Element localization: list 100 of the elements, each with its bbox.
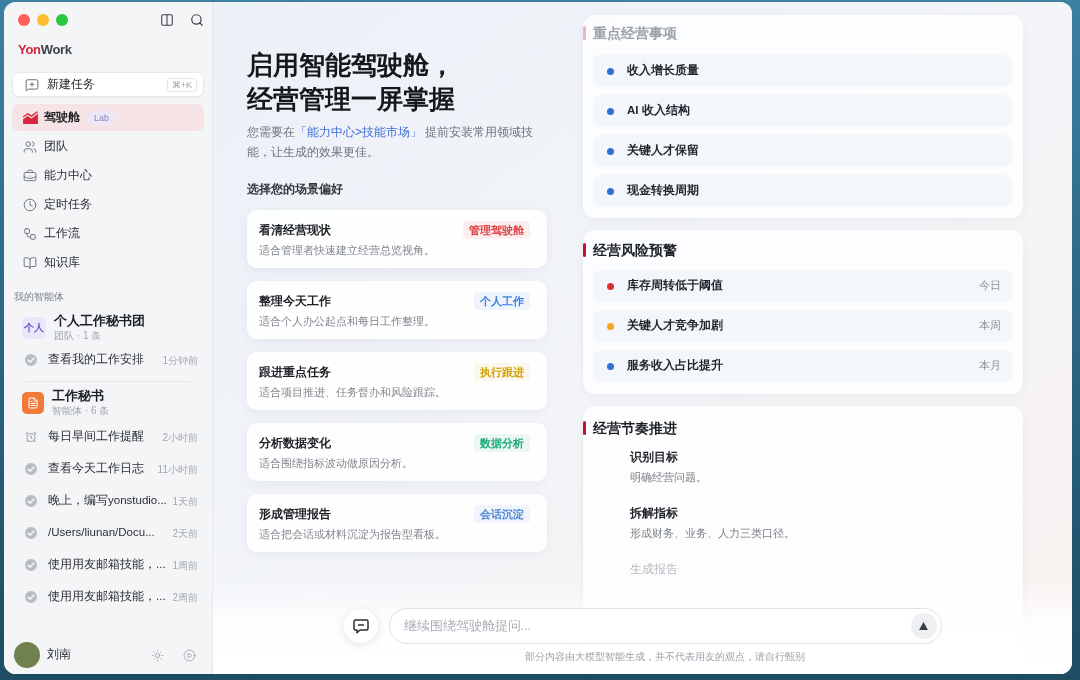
sidebar-toggle-icon[interactable] bbox=[160, 13, 174, 27]
user-name: 刘南 bbox=[47, 647, 71, 663]
lab-tag: Lab bbox=[88, 110, 116, 125]
nav-item[interactable]: 能力中心 bbox=[12, 162, 204, 189]
workflow-icon bbox=[23, 226, 37, 241]
task-item[interactable]: /Users/liunan/Docu... 2天前 bbox=[12, 517, 204, 549]
nav-item[interactable]: 工作流 bbox=[12, 220, 204, 247]
scene-title: 分析数据变化 bbox=[259, 435, 331, 452]
zoom-window-icon[interactable] bbox=[56, 14, 68, 26]
intro-text: 您需要在「能力中心>技能市场」 提前安装常用领域技能，让生成的效果更佳。 bbox=[247, 124, 535, 161]
avatar-placeholder[interactable] bbox=[14, 642, 40, 668]
book-icon bbox=[23, 255, 37, 270]
users-icon bbox=[23, 139, 37, 154]
scene-card[interactable]: 形成管理报告 会话沉淀 适合把会话或材料沉淀为报告型看板。 bbox=[247, 494, 547, 552]
item-label: 收入增长质量 bbox=[627, 63, 699, 79]
agent-group-subtitle: 团队 · 1 条 bbox=[54, 329, 103, 342]
item-label: 关键人才保留 bbox=[627, 142, 699, 159]
task-time: 11小时前 bbox=[157, 462, 198, 477]
panel-title: 重点经营事项 bbox=[593, 24, 677, 42]
list-item[interactable]: 关键人才竞争加剧 本周 bbox=[593, 310, 1012, 342]
item-label: 服务收入占比提升 bbox=[627, 358, 723, 374]
check-circle-icon bbox=[25, 354, 37, 366]
task-item[interactable]: 每日早间工作提醒 2小时前 bbox=[12, 421, 204, 453]
scene-tag: 个人工作 bbox=[474, 292, 530, 310]
task-time: 1分钟前 bbox=[162, 353, 198, 368]
new-task-button[interactable]: 新建任务 ⌘+K bbox=[12, 72, 204, 97]
check-circle-icon bbox=[25, 527, 37, 539]
item-label: 关键人才竞争加剧 bbox=[627, 317, 723, 334]
nav-item[interactable]: 驾驶舱 Lab bbox=[12, 104, 204, 131]
list-item[interactable]: 库存周转低于阈值 今日 bbox=[593, 270, 1012, 302]
scene-tag: 执行跟进 bbox=[474, 363, 530, 381]
search-icon[interactable] bbox=[190, 13, 204, 27]
clock-icon bbox=[23, 197, 37, 212]
nav-item[interactable]: 团队 bbox=[12, 133, 204, 160]
step-title: 识别目标 bbox=[630, 449, 679, 466]
step-title: 拆解指标 bbox=[630, 505, 679, 522]
panel-title: 经营风险预警 bbox=[593, 241, 677, 259]
skill-market-link[interactable]: 「能力中心>技能市场」 bbox=[295, 125, 422, 139]
scenes-heading: 选择您的场景偏好 bbox=[247, 181, 344, 198]
message-icon bbox=[352, 618, 369, 634]
task-time: 2周前 bbox=[172, 590, 198, 605]
chat-button[interactable] bbox=[343, 609, 378, 643]
briefcase-icon bbox=[23, 168, 37, 183]
nav-item[interactable]: 定时任务 bbox=[12, 191, 204, 218]
section-label: 我的智能体 bbox=[14, 290, 64, 304]
task-item[interactable]: 使用用友邮箱技能，... 2周前 bbox=[12, 581, 204, 613]
agent-group-title: 工作秘书 bbox=[52, 388, 105, 404]
task-time: 1天前 bbox=[172, 494, 198, 509]
agent-group-title: 个人工作秘书团 bbox=[54, 313, 145, 329]
check-circle-icon bbox=[25, 463, 37, 475]
scene-card[interactable]: 分析数据变化 数据分析 适合围绕指标波动做原因分析。 bbox=[247, 423, 547, 481]
disclaimer-text: 部分内容由大模型智能生成，并不代表用友的观点，请自行甄别 bbox=[525, 650, 805, 663]
scene-card[interactable]: 跟进重点任务 执行跟进 适合项目推进、任务督办和风险跟踪。 bbox=[247, 352, 547, 410]
agent-group-subtitle: 智能体 · 6 条 bbox=[52, 404, 110, 417]
step-title: 生成报告 bbox=[630, 561, 679, 578]
list-item[interactable]: AI 收入结构 bbox=[593, 95, 1012, 127]
step-description: 形成财务、业务、人力三类口径。 bbox=[630, 526, 796, 541]
scene-title: 形成管理报告 bbox=[259, 506, 331, 523]
task-item[interactable]: 晚上，编写yonstudio... 1天前 bbox=[12, 485, 204, 517]
scene-description: 适合个人办公起点和每日工作整理。 bbox=[259, 314, 436, 329]
close-window-icon[interactable] bbox=[18, 14, 30, 26]
alarm-clock-icon bbox=[25, 431, 37, 443]
check-circle-icon bbox=[25, 559, 37, 571]
team-avatar: 个人 bbox=[22, 316, 46, 339]
task-time: 2小时前 bbox=[162, 430, 198, 445]
check-circle-icon bbox=[25, 591, 37, 603]
scene-card[interactable]: 整理今天工作 个人工作 适合个人办公起点和每日工作整理。 bbox=[247, 281, 547, 339]
task-item[interactable]: 查看我的工作安排 1分钟前 bbox=[12, 346, 204, 374]
scene-description: 适合管理者快速建立经营总览视角。 bbox=[259, 243, 436, 258]
task-time: 2天前 bbox=[172, 526, 198, 541]
document-tile-icon bbox=[22, 391, 44, 414]
item-period: 今日 bbox=[979, 278, 1001, 294]
triangle-up-icon bbox=[919, 622, 928, 630]
task-item[interactable]: 查看今天工作日志 11小时前 bbox=[12, 453, 204, 485]
list-item[interactable]: 收入增长质量 bbox=[593, 55, 1012, 87]
list-item[interactable]: 现金转换周期 bbox=[593, 175, 1012, 207]
task-item[interactable]: 使用用友邮箱技能，... 1周前 bbox=[12, 549, 204, 581]
scene-title: 整理今天工作 bbox=[259, 293, 331, 310]
list-item[interactable]: 服务收入占比提升 本月 bbox=[593, 350, 1012, 382]
scene-title: 看清经营现状 bbox=[259, 222, 331, 239]
list-item[interactable]: 关键人才保留 bbox=[593, 135, 1012, 167]
step-description: 明确经营问题。 bbox=[630, 470, 708, 485]
item-label: 现金转换周期 bbox=[627, 183, 699, 199]
scene-card[interactable]: 看清经营现状 管理驾驶舱 适合管理者快速建立经营总览视角。 bbox=[247, 210, 547, 268]
scene-title: 跟进重点任务 bbox=[259, 364, 331, 381]
item-label: AI 收入结构 bbox=[627, 103, 690, 119]
task-time: 1周前 bbox=[172, 558, 198, 573]
check-circle-icon bbox=[25, 495, 37, 507]
question-input[interactable]: 继续围绕驾驶舱提问... bbox=[388, 608, 942, 644]
area-chart-icon bbox=[22, 111, 38, 124]
nav-item[interactable]: 知识库 bbox=[12, 249, 204, 276]
panel-title: 经营节奏推进 bbox=[593, 419, 677, 437]
shortcut-hint: ⌘+K bbox=[166, 77, 197, 92]
sun-icon[interactable] bbox=[151, 648, 164, 662]
page-heading: 启用智能驾驶舱， 经营管理一屏掌握 bbox=[247, 49, 456, 116]
item-label: 库存周转低于阈值 bbox=[627, 277, 723, 294]
scene-description: 适合把会话或材料沉淀为报告型看板。 bbox=[259, 527, 447, 542]
scene-description: 适合项目推进、任务督办和风险跟踪。 bbox=[259, 385, 447, 400]
scene-tag: 数据分析 bbox=[474, 434, 530, 452]
scene-tag: 管理驾驶舱 bbox=[463, 221, 530, 239]
